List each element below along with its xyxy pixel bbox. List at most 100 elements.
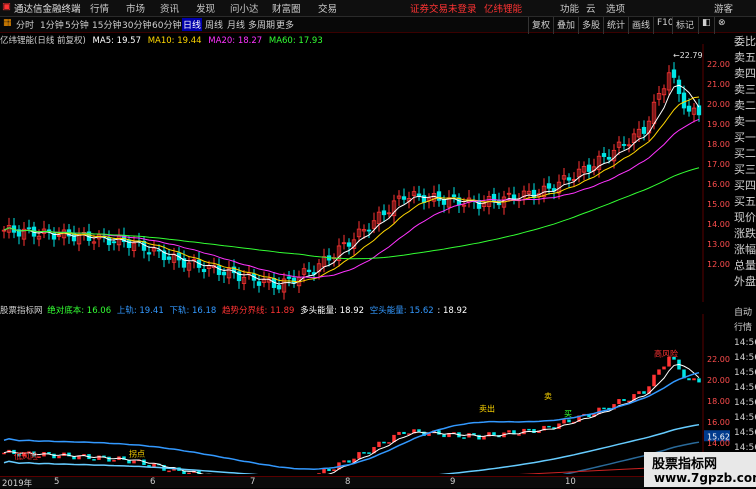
button-multi-stock[interactable]: 多股 [578,17,603,34]
candle-body [601,153,607,157]
price-tick-label: 22.00 [707,60,730,69]
signal-label: 买 [564,410,572,419]
indicator-bar [107,456,111,462]
tick-label-8: 14:56 [734,428,756,438]
tick-label-5: 14:56 [734,383,756,393]
close-icon[interactable]: ⊗ [714,17,729,34]
indicator-bar [2,452,6,455]
candle-body [166,256,172,260]
indicator-bar [652,374,656,387]
quote-panel: 委比 卖五 卖四 卖三 卖二 卖一 买一 买二 买三 买四 买五 现价 涨跌 涨幅 总量 外盘 [734,34,756,304]
indicator-bar [477,434,481,440]
tab-period-30min[interactable]: 30分钟 [122,18,151,31]
candle-body [306,269,312,272]
candle-body [201,268,207,273]
candle-body [366,229,372,232]
price-tick-label: 12.00 [707,260,730,269]
tab-period-5min[interactable]: 5分钟 [65,18,89,31]
candle-body [286,276,292,279]
quote-label-15: 外盘 [734,275,756,288]
candle-body [641,126,647,134]
tab-period-timeshare[interactable]: 分时 [16,18,34,31]
menu-item-ask[interactable]: 问小达 [230,1,259,15]
indicator-bar [507,430,511,433]
menu-item-cloud[interactable]: 云 [586,1,596,15]
candle-body [681,92,687,109]
tab-period-1min[interactable]: 1分钟 [40,18,64,31]
indicator-chart[interactable]: 低风险高风险卖买卖出拐点15.62 [0,314,734,474]
app-logo-icon: ▣ [2,1,11,12]
button-overlay[interactable]: 叠加 [553,17,578,34]
indicator-tick-label: 16.00 [707,418,730,427]
indicator-bar [317,473,321,474]
menu-item-market[interactable]: 市场 [126,1,145,15]
menu-item-function[interactable]: 功能 [560,1,579,15]
indicator-bar [327,468,331,471]
tab-period-day[interactable]: 日线 [182,18,203,31]
candle-body [436,191,442,201]
price-tick-label: 21.00 [707,80,730,89]
menu-item-quotes[interactable]: 行情 [90,1,109,15]
menu-item-wealth[interactable]: 财富圈 [272,1,301,15]
indicator-bar [397,431,401,435]
signal-label: 高风险 [654,349,678,359]
indicator-bar [532,429,536,433]
watermark-line2: www.7gpzb.com [654,471,756,485]
menu-item-discover[interactable]: 发现 [196,1,215,15]
indicator-bar [527,428,531,431]
indicator-bar [687,378,691,381]
login-notice[interactable]: 证券交易未登录 [410,1,477,15]
indicator-bar [417,429,421,432]
indicator-bar [602,407,606,410]
quote-label-6: 买一 [734,131,756,144]
tick-label-3: 14:56 [734,353,756,363]
tab-period-more[interactable]: 更多 [276,18,294,31]
tab-period-week[interactable]: 周线 [205,18,223,31]
ma10-line [3,96,700,283]
price-tick-label: 18.00 [707,140,730,149]
candle-body [676,79,682,95]
menu-item-news[interactable]: 资讯 [160,1,179,15]
button-mark[interactable]: 标记 [672,17,697,34]
candle-body [111,241,117,244]
indicator-tick-label: 22.00 [707,355,730,364]
candlestick-chart[interactable]: ←22.79←10.94 [0,44,734,302]
price-tick-label: 16.00 [707,180,730,189]
stock-title: 亿纬锂能 [484,4,523,15]
menu-item-guest[interactable]: 游客 [714,1,733,15]
indicator-tick-label: 20.00 [707,376,730,385]
tick-label-6: 14:56 [734,398,756,408]
tab-period-15min[interactable]: 15分钟 [92,18,121,31]
candle-body [451,194,457,198]
indicator-bar [367,452,371,454]
indicator-bar [482,436,486,440]
indicator-bar [112,460,116,462]
indicator-bar [637,391,641,395]
indicator-bar [402,431,406,434]
date-tick-label: 10 [565,477,576,487]
indicator-bar [342,460,346,463]
quote-label-0: 委比 [734,35,756,48]
ma60-line [3,167,700,260]
indicator-bar [322,468,326,474]
button-stats[interactable]: 统计 [603,17,628,34]
candle-body [531,189,537,199]
date-tick-label: 8 [345,477,351,487]
tab-period-month[interactable]: 月线 [227,18,245,31]
candle-body [256,281,262,286]
tab-period-multi[interactable]: 多周期 [248,18,275,31]
ma5-line [3,84,700,285]
price-tick-label: 13.00 [707,240,730,249]
menu-item-trade[interactable]: 交易 [318,1,337,15]
date-axis: 2019年567891011 [0,476,756,489]
panel-toggle-icon[interactable]: ◧ [698,17,714,34]
price-tick-label: 19.00 [707,120,730,129]
tab-period-60min[interactable]: 60分钟 [152,18,181,31]
indicator-bar [132,460,136,464]
indicator-bar [52,453,56,459]
button-adjust[interactable]: 复权 [528,17,553,34]
indicator-bar [97,455,101,460]
candle-body [26,227,32,230]
menu-item-options[interactable]: 选项 [606,1,625,15]
button-draw[interactable]: 画线 [628,17,653,34]
